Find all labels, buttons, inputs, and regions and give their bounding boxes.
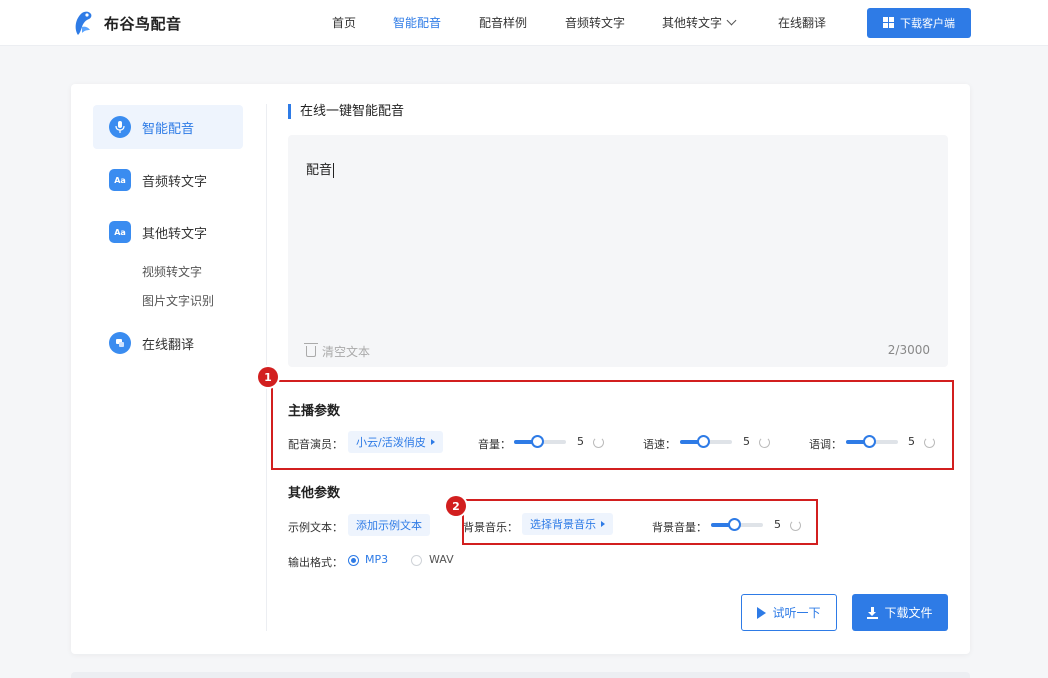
text-input-value: 配音 [306,159,335,178]
sidebar-item-smart-dubbing[interactable]: 智能配音 [93,105,243,149]
clear-text-button[interactable]: 清空文本 [304,343,371,360]
other-text-icon: Aa [109,221,131,243]
nav-home[interactable]: 首页 [332,14,356,31]
sidebar-item-audio-to-text[interactable]: Aa 音频转文字 [93,158,243,202]
nav-audio-to-text[interactable]: 音频转文字 [565,14,625,31]
sidebar-item-label: 音频转文字 [142,174,208,190]
chevron-down-icon [726,15,737,26]
sidebar-item-online-translate[interactable]: 在线翻译 [93,321,243,365]
play-icon [757,606,767,619]
format-mp3-label[interactable]: MP3 [365,553,388,566]
nav-online-translate[interactable]: 在线翻译 [778,14,826,31]
text-caret [333,163,335,178]
output-format-label: 输出格式： [288,556,343,569]
annotation-marker-2: 2 [446,496,466,516]
char-count: 2/3000 [887,343,930,357]
text-input-content: 配音 [306,163,333,178]
download-file-label: 下载文件 [884,606,933,620]
annotation-box-bgm [462,499,818,545]
sidebar-item-label: 在线翻译 [142,337,195,353]
bird-logo-icon [70,9,96,37]
nav-other-to-text-label: 其他转文字 [662,16,723,30]
nav-dubbing-samples[interactable]: 配音样例 [479,14,527,31]
add-sample-text-label: 添加示例文本 [356,519,422,532]
download-client-button[interactable]: 下载客户端 [867,8,971,38]
sample-text-label: 示例文本： [288,521,343,534]
sidebar-sub-video-to-text[interactable]: 视频转文字 [142,263,202,280]
microphone-icon [109,116,131,138]
translate-icon [109,332,131,354]
sidebar-sub-image-ocr[interactable]: 图片文字识别 [142,292,214,309]
clear-text-label: 清空文本 [322,345,371,359]
annotation-marker-1: 1 [258,367,278,387]
brand-name: 布谷鸟配音 [104,14,182,33]
other-params-title: 其他参数 [288,486,341,501]
download-client-label: 下载客户端 [900,17,955,30]
annotation-box-host-params [271,380,954,470]
dubbing-text-input[interactable]: 配音 清空文本 2/3000 [288,135,948,367]
sidebar-item-label: 其他转文字 [142,226,208,242]
main-card: 智能配音 Aa 音频转文字 Aa 其他转文字 视频转文字 图片文字识别 在线翻译… [71,84,970,654]
windows-icon [883,17,895,29]
footer-strip [71,672,970,678]
nav-other-to-text[interactable]: 其他转文字 [662,14,737,31]
add-sample-text-button[interactable]: 添加示例文本 [348,514,430,536]
listen-label: 试听一下 [772,606,821,620]
top-navbar: 布谷鸟配音 首页 智能配音 配音样例 音频转文字 其他转文字 在线翻译 下载客户… [0,0,1048,46]
listen-button[interactable]: 试听一下 [741,594,837,631]
audio-text-icon: Aa [109,169,131,191]
download-file-button[interactable]: 下载文件 [852,594,948,631]
section-title: 在线一键智能配音 [288,104,404,119]
sidebar-item-other-to-text[interactable]: Aa 其他转文字 [93,210,243,254]
nav-smart-dubbing[interactable]: 智能配音 [393,14,441,31]
download-icon [867,606,879,619]
format-mp3-radio[interactable] [348,555,359,566]
sidebar-item-label: 智能配音 [142,121,195,137]
format-wav-radio[interactable] [411,555,422,566]
trash-icon [304,343,318,357]
brand-logo[interactable]: 布谷鸟配音 [70,9,182,37]
format-wav-label[interactable]: WAV [429,553,454,566]
